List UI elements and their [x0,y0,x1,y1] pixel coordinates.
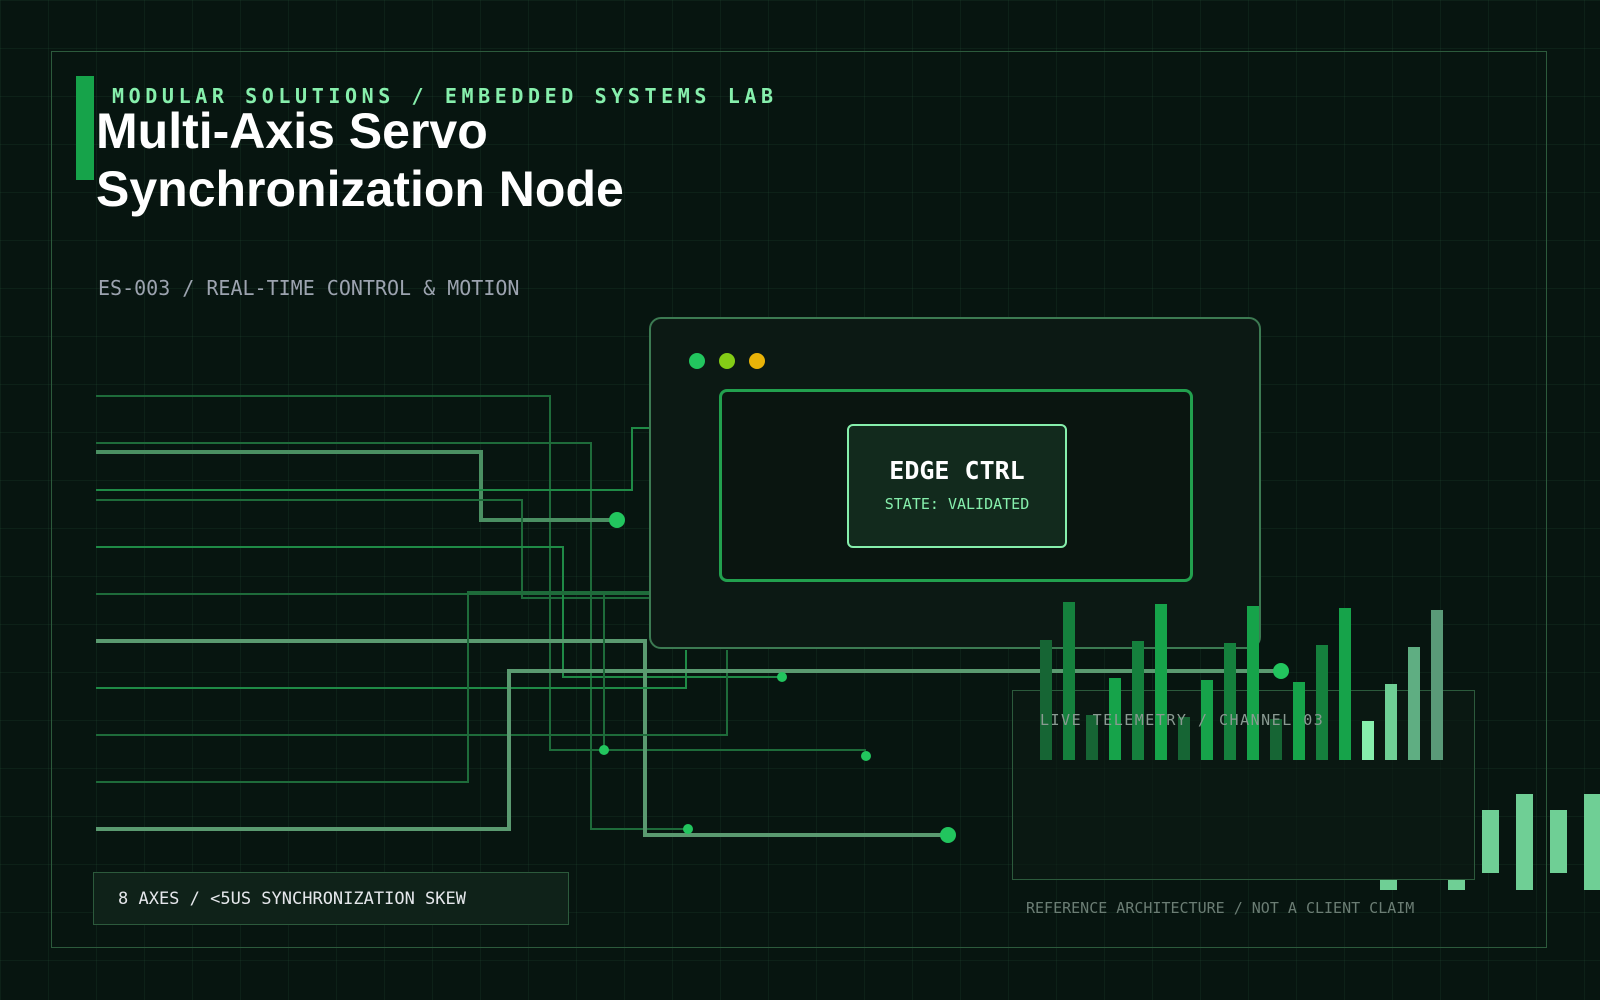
telemetry-bar [1247,606,1259,760]
telemetry-bar [1448,880,1465,890]
telemetry-bar [1408,647,1420,760]
telemetry-bar [1040,640,1052,760]
telemetry-bar [1339,608,1351,760]
telemetry-bar [1132,641,1144,760]
telemetry-bar [1362,721,1374,760]
telemetry-bar [1385,684,1397,760]
telemetry-bar [1063,602,1075,760]
telemetry-bar [1155,604,1167,760]
footnote: REFERENCE ARCHITECTURE / NOT A CLIENT CL… [1026,899,1415,917]
telemetry-bar [1380,880,1397,890]
stat-text: 8 AXES / <5US SYNCHRONIZATION SKEW [118,889,466,909]
telemetry-bar [1482,810,1499,873]
telemetry-bar [1224,643,1236,760]
telemetry-bar [1516,794,1533,890]
telemetry-bar [1550,810,1567,873]
telemetry-bar [1316,645,1328,760]
telemetry-label: LIVE TELEMETRY / CHANNEL 03 [1040,711,1325,729]
stat-box: 8 AXES / <5US SYNCHRONIZATION SKEW [93,872,569,925]
telemetry-bars [1040,602,1600,890]
telemetry-bar [1584,794,1600,890]
telemetry-bar [1431,610,1443,760]
